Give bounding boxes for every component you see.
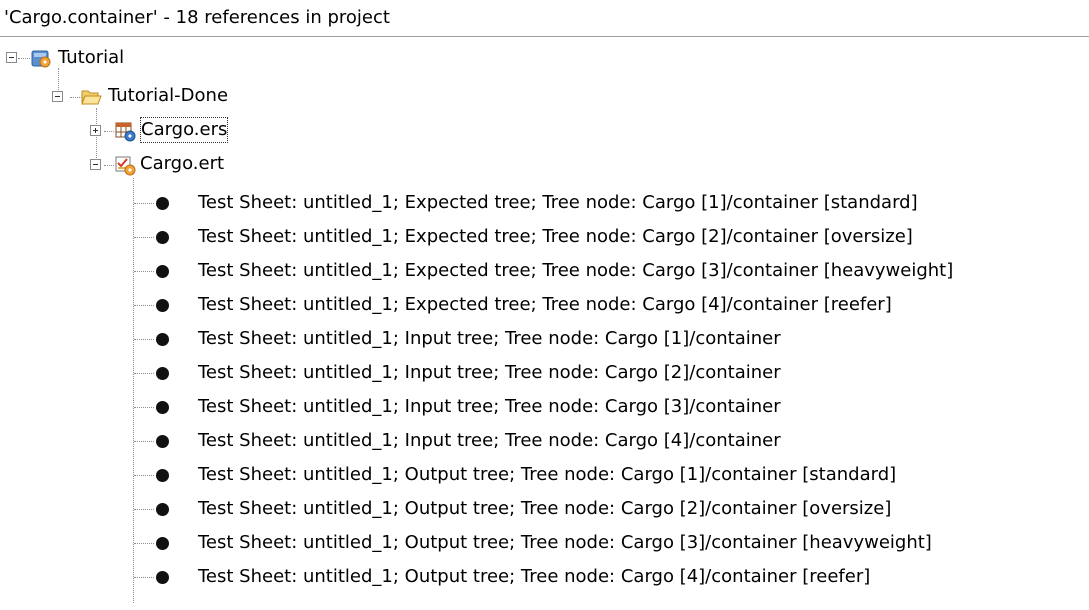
search-results-header: 'Cargo.container' - 18 references in pro… bbox=[0, 0, 1089, 37]
list-item[interactable]: Test Sheet: untitled_1; Input tree; Tree… bbox=[0, 424, 1089, 458]
tree-node-tutorial-done[interactable]: Tutorial-Done bbox=[108, 83, 228, 109]
reference-label: Test Sheet: untitled_1; Input tree; Tree… bbox=[198, 430, 781, 451]
tree-connector bbox=[134, 339, 154, 340]
tree-connector bbox=[134, 475, 154, 476]
expand-toggle-cargo-ers[interactable] bbox=[90, 125, 101, 136]
references-tree[interactable]: Tutorial Tutorial-Done Cargo.ers Cargo.e… bbox=[0, 38, 1089, 610]
list-item[interactable]: Test Sheet: untitled_1; Output tree; Tre… bbox=[0, 492, 1089, 526]
list-item[interactable]: Test Sheet: untitled_1; Output tree; Tre… bbox=[0, 458, 1089, 492]
tree-node-tutorial[interactable]: Tutorial bbox=[58, 45, 124, 71]
reference-bullet-icon bbox=[156, 231, 169, 244]
tree-connector bbox=[134, 203, 154, 204]
ers-file-icon bbox=[114, 120, 136, 142]
collapse-toggle-tutorial[interactable] bbox=[6, 52, 17, 63]
reference-label: Test Sheet: untitled_1; Expected tree; T… bbox=[198, 260, 954, 281]
reference-label: Test Sheet: untitled_1; Expected tree; T… bbox=[198, 294, 892, 315]
reference-label: Test Sheet: untitled_1; Output tree; Tre… bbox=[198, 532, 932, 553]
tree-connector bbox=[134, 271, 154, 272]
tree-connector bbox=[134, 373, 154, 374]
list-item[interactable]: Test Sheet: untitled_1; Input tree; Tree… bbox=[0, 322, 1089, 356]
list-item[interactable]: Test Sheet: untitled_1; Expected tree; T… bbox=[0, 220, 1089, 254]
collapse-toggle-tutorial-done[interactable] bbox=[52, 91, 63, 102]
tree-connector bbox=[134, 441, 154, 442]
tree-connector bbox=[96, 108, 97, 164]
collapse-toggle-cargo-ert[interactable] bbox=[90, 159, 101, 170]
reference-bullet-icon bbox=[156, 197, 169, 210]
reference-bullet-icon bbox=[156, 469, 169, 482]
reference-label: Test Sheet: untitled_1; Expected tree; T… bbox=[198, 192, 918, 213]
header-title: 'Cargo.container' - 18 references in pro… bbox=[4, 7, 390, 28]
list-item[interactable]: Test Sheet: untitled_1; Output tree; Tre… bbox=[0, 526, 1089, 560]
reference-bullet-icon bbox=[156, 265, 169, 278]
reference-bullet-icon bbox=[156, 503, 169, 516]
list-item[interactable]: Test Sheet: untitled_1; Expected tree; T… bbox=[0, 254, 1089, 288]
list-item[interactable]: Test Sheet: untitled_1; Expected tree; T… bbox=[0, 288, 1089, 322]
tree-node-cargo-ert[interactable]: Cargo.ert bbox=[140, 151, 224, 177]
reference-bullet-icon bbox=[156, 333, 169, 346]
ert-file-icon bbox=[114, 154, 136, 176]
reference-label: Test Sheet: untitled_1; Input tree; Tree… bbox=[198, 396, 781, 417]
reference-bullet-icon bbox=[156, 537, 169, 550]
tree-connector bbox=[18, 58, 30, 59]
tree-connector bbox=[134, 305, 154, 306]
reference-bullet-icon bbox=[156, 401, 169, 414]
tree-connector bbox=[134, 237, 154, 238]
reference-bullet-icon bbox=[156, 435, 169, 448]
reference-label: Test Sheet: untitled_1; Output tree; Tre… bbox=[198, 498, 892, 519]
tree-connector bbox=[134, 543, 154, 544]
list-item[interactable]: Test Sheet: untitled_1; Input tree; Tree… bbox=[0, 390, 1089, 424]
reference-label: Test Sheet: untitled_1; Output tree; Tre… bbox=[198, 464, 897, 485]
reference-bullet-icon bbox=[156, 367, 169, 380]
reference-label: Test Sheet: untitled_1; Expected tree; T… bbox=[198, 226, 913, 247]
reference-label: Test Sheet: untitled_1; Input tree; Tree… bbox=[198, 362, 781, 383]
reference-bullet-icon bbox=[156, 571, 169, 584]
tree-connector bbox=[104, 131, 114, 132]
tree-connector bbox=[134, 509, 154, 510]
reference-bullet-icon bbox=[156, 299, 169, 312]
tree-connector bbox=[134, 407, 154, 408]
list-item[interactable]: Test Sheet: untitled_1; Expected tree; T… bbox=[0, 186, 1089, 220]
tree-node-cargo-ers[interactable]: Cargo.ers bbox=[140, 117, 229, 143]
tree-connector bbox=[134, 577, 154, 578]
tree-connector bbox=[58, 68, 59, 92]
open-folder-icon bbox=[80, 85, 102, 107]
reference-label: Test Sheet: untitled_1; Input tree; Tree… bbox=[198, 328, 781, 349]
tree-connector bbox=[104, 165, 114, 166]
project-icon bbox=[30, 47, 52, 69]
list-item[interactable]: Test Sheet: untitled_1; Output tree; Tre… bbox=[0, 560, 1089, 594]
list-item[interactable]: Test Sheet: untitled_1; Input tree; Tree… bbox=[0, 356, 1089, 390]
reference-label: Test Sheet: untitled_1; Output tree; Tre… bbox=[198, 566, 871, 587]
